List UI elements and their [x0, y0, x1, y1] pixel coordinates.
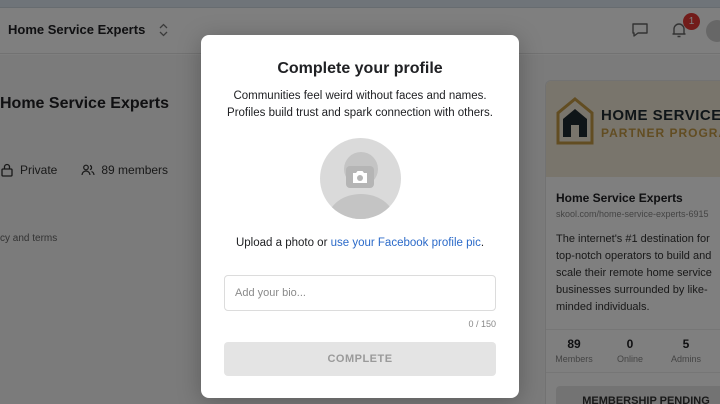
- modal-subtitle-line-1: Communities feel weird without faces and…: [233, 90, 487, 102]
- camera-icon: [346, 166, 374, 188]
- bio-char-counter: 0 / 150: [468, 319, 496, 329]
- facebook-photo-link[interactable]: use your Facebook profile pic: [331, 237, 481, 249]
- complete-profile-modal: Complete your profile Communities feel w…: [201, 35, 519, 398]
- profile-photo-upload[interactable]: [320, 138, 401, 219]
- avatar-placeholder-body: [328, 194, 394, 219]
- upload-suffix: .: [480, 237, 485, 249]
- modal-subtitle: Communities feel weird without faces and…: [201, 88, 519, 122]
- modal-title: Complete your profile: [277, 60, 443, 77]
- bio-input[interactable]: [224, 275, 496, 311]
- upload-prefix: Upload a photo or: [235, 237, 331, 249]
- modal-subtitle-line-2: Profiles build trust and spark connectio…: [227, 107, 493, 119]
- complete-button[interactable]: COMPLETE: [224, 342, 496, 376]
- upload-photo-text: Upload a photo or use your Facebook prof…: [201, 237, 519, 249]
